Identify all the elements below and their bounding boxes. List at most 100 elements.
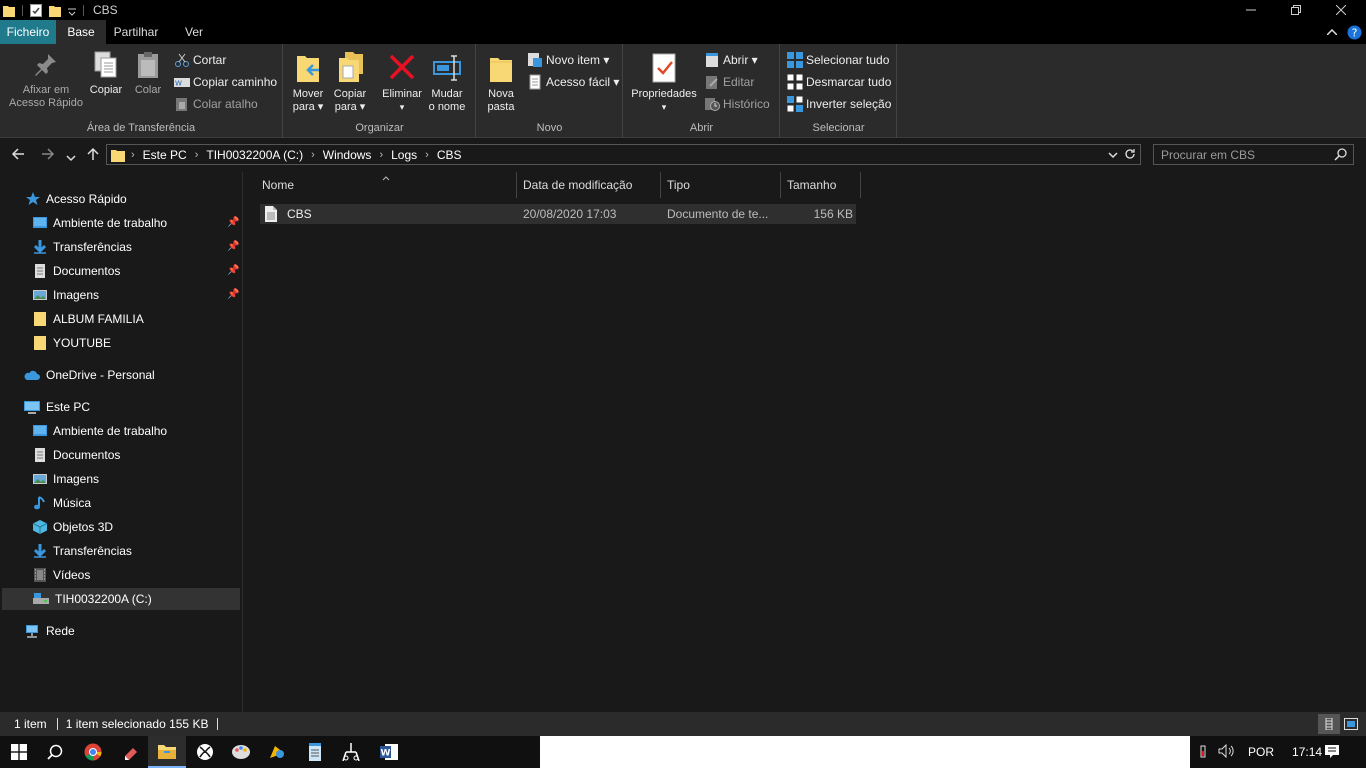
- paint-icon[interactable]: [222, 736, 260, 768]
- sidebar-item-pc-documents[interactable]: Documentos: [33, 444, 120, 466]
- properties-icon[interactable]: [30, 3, 42, 17]
- invert-selection-button[interactable]: Inverter seleção: [787, 95, 891, 113]
- sidebar-item-youtube[interactable]: YOUTUBE: [33, 332, 111, 354]
- address-dropdown-icon[interactable]: [1108, 149, 1118, 163]
- open-icon: [704, 52, 720, 68]
- sidebar-item-documents[interactable]: Documentos: [33, 260, 120, 282]
- language-indicator[interactable]: POR: [1248, 745, 1274, 759]
- eraser-app-icon[interactable]: [112, 736, 150, 768]
- volume-icon[interactable]: [1218, 743, 1236, 761]
- collapse-ribbon-icon[interactable]: [1322, 29, 1342, 35]
- snipping-tool-icon[interactable]: [332, 736, 370, 768]
- sidebar-item-pc-downloads[interactable]: Transferências: [33, 540, 132, 562]
- sidebar-item-network[interactable]: Rede: [24, 620, 75, 642]
- column-header-size[interactable]: Tamanho: [781, 172, 861, 198]
- folder-icon: [33, 336, 47, 350]
- edit-icon: [704, 74, 720, 90]
- easy-access-button[interactable]: Acesso fácil ▾: [527, 73, 619, 91]
- rename-button[interactable]: Mudar o nome: [426, 50, 468, 114]
- column-header-type[interactable]: Tipo: [661, 172, 781, 198]
- clock[interactable]: 17:14: [1292, 745, 1322, 759]
- tab-file[interactable]: Ficheiro: [0, 20, 56, 44]
- breadcrumb-drive[interactable]: TIH0032200A (C:): [206, 148, 303, 162]
- sidebar-item-onedrive[interactable]: OneDrive - Personal: [24, 364, 155, 386]
- tab-view[interactable]: Ver: [166, 20, 222, 44]
- sidebar-item-album-familia[interactable]: ALBUM FAMILIA: [33, 308, 144, 330]
- chrome-icon[interactable]: [74, 736, 112, 768]
- sidebar-item-downloads[interactable]: Transferências: [33, 236, 132, 258]
- cut-button[interactable]: Cortar: [174, 51, 226, 69]
- tab-home[interactable]: Base: [56, 20, 106, 44]
- text-file-icon: [264, 206, 278, 222]
- customize-toolbar-icon[interactable]: [68, 4, 76, 17]
- pin-icon[interactable]: 📌: [227, 265, 239, 276]
- up-button[interactable]: [85, 146, 101, 167]
- sidebar-item-pc-music[interactable]: Música: [33, 492, 91, 514]
- address-input[interactable]: › Este PC › TIH0032200A (C:) › Windows ›…: [106, 144, 1141, 165]
- breadcrumb-this-pc[interactable]: Este PC: [143, 148, 187, 162]
- forward-button[interactable]: [40, 146, 56, 167]
- sidebar-item-pictures[interactable]: Imagens: [33, 284, 99, 306]
- details-view-icon[interactable]: [1318, 714, 1340, 734]
- copy-icon: [92, 50, 120, 80]
- minimize-button[interactable]: [1228, 0, 1274, 20]
- search-icon[interactable]: [1334, 148, 1347, 164]
- new-folder-button[interactable]: Nova pasta: [483, 50, 519, 114]
- move-to-button[interactable]: Mover para ▾: [290, 50, 326, 114]
- sidebar-item-pc-pictures[interactable]: Imagens: [33, 468, 99, 490]
- sidebar-item-pc-desktop[interactable]: Ambiente de trabalho: [33, 420, 167, 442]
- sidebar-item-pc-3d-objects[interactable]: Objetos 3D: [32, 516, 113, 538]
- edit-button[interactable]: Editar: [704, 73, 754, 91]
- copy-button[interactable]: Copiar: [86, 50, 126, 97]
- history-icon: [704, 96, 720, 112]
- start-button[interactable]: [0, 736, 38, 768]
- pin-icon[interactable]: 📌: [227, 241, 239, 252]
- tab-share[interactable]: Partilhar: [106, 20, 166, 44]
- select-all-button[interactable]: Selecionar tudo: [787, 51, 889, 69]
- open-button[interactable]: Abrir ▾: [704, 51, 758, 69]
- file-row[interactable]: CBS 20/08/2020 17:03 Documento de te... …: [260, 204, 856, 224]
- computer-icon: [24, 400, 40, 414]
- select-none-button[interactable]: Desmarcar tudo: [787, 73, 891, 91]
- close-button[interactable]: [1318, 0, 1364, 20]
- paste-button[interactable]: Colar: [130, 50, 166, 97]
- pin-icon[interactable]: 📌: [227, 217, 239, 228]
- restore-button[interactable]: [1273, 0, 1319, 20]
- column-header-name[interactable]: Nome: [256, 172, 517, 198]
- delete-button[interactable]: Eliminar ▾: [380, 50, 424, 114]
- new-folder-icon[interactable]: [49, 4, 61, 17]
- paint-3d-icon[interactable]: [258, 736, 296, 768]
- properties-button[interactable]: Propriedades ▾: [628, 50, 700, 114]
- sidebar-item-desktop[interactable]: Ambiente de trabalho: [33, 212, 167, 234]
- column-header-modified[interactable]: Data de modificação: [517, 172, 661, 198]
- back-button[interactable]: [10, 146, 26, 167]
- sidebar-item-pc-videos[interactable]: Vídeos: [33, 564, 90, 586]
- large-icons-view-icon[interactable]: [1342, 716, 1360, 732]
- recent-locations-chevron-icon[interactable]: [66, 149, 76, 167]
- history-button[interactable]: Histórico: [704, 95, 770, 113]
- refresh-icon[interactable]: [1124, 148, 1136, 163]
- notifications-icon[interactable]: [1324, 744, 1340, 763]
- word-icon[interactable]: W: [370, 736, 408, 768]
- help-icon[interactable]: ?: [1342, 25, 1366, 40]
- battery-icon[interactable]: [1200, 744, 1212, 761]
- breadcrumb-windows[interactable]: Windows: [323, 148, 372, 162]
- xbox-icon[interactable]: [186, 736, 224, 768]
- new-item-button[interactable]: Novo item ▾: [527, 51, 609, 69]
- sidebar-item-quick-access[interactable]: Acesso Rápido: [26, 188, 127, 210]
- pin-quick-access-button[interactable]: Afixar em Acesso Rápido: [6, 50, 86, 110]
- breadcrumb-cbs[interactable]: CBS: [437, 148, 462, 162]
- breadcrumb-logs[interactable]: Logs: [391, 148, 417, 162]
- sidebar-item-drive-c[interactable]: TIH0032200A (C:): [33, 588, 152, 610]
- sidebar-item-this-pc[interactable]: Este PC: [24, 396, 90, 418]
- search-button[interactable]: [36, 736, 74, 768]
- copy-to-button[interactable]: Copiar para ▾: [332, 50, 368, 114]
- search-input[interactable]: Procurar em CBS: [1153, 144, 1354, 165]
- group-label: Selecionar: [812, 122, 865, 134]
- copy-path-icon: W: [174, 74, 190, 90]
- file-explorer-icon[interactable]: [148, 736, 186, 768]
- notepad-icon[interactable]: [296, 736, 334, 768]
- paste-shortcut-button[interactable]: Colar atalho: [174, 95, 258, 113]
- pin-icon[interactable]: 📌: [227, 289, 239, 300]
- copy-path-button[interactable]: W Copiar caminho: [174, 73, 277, 91]
